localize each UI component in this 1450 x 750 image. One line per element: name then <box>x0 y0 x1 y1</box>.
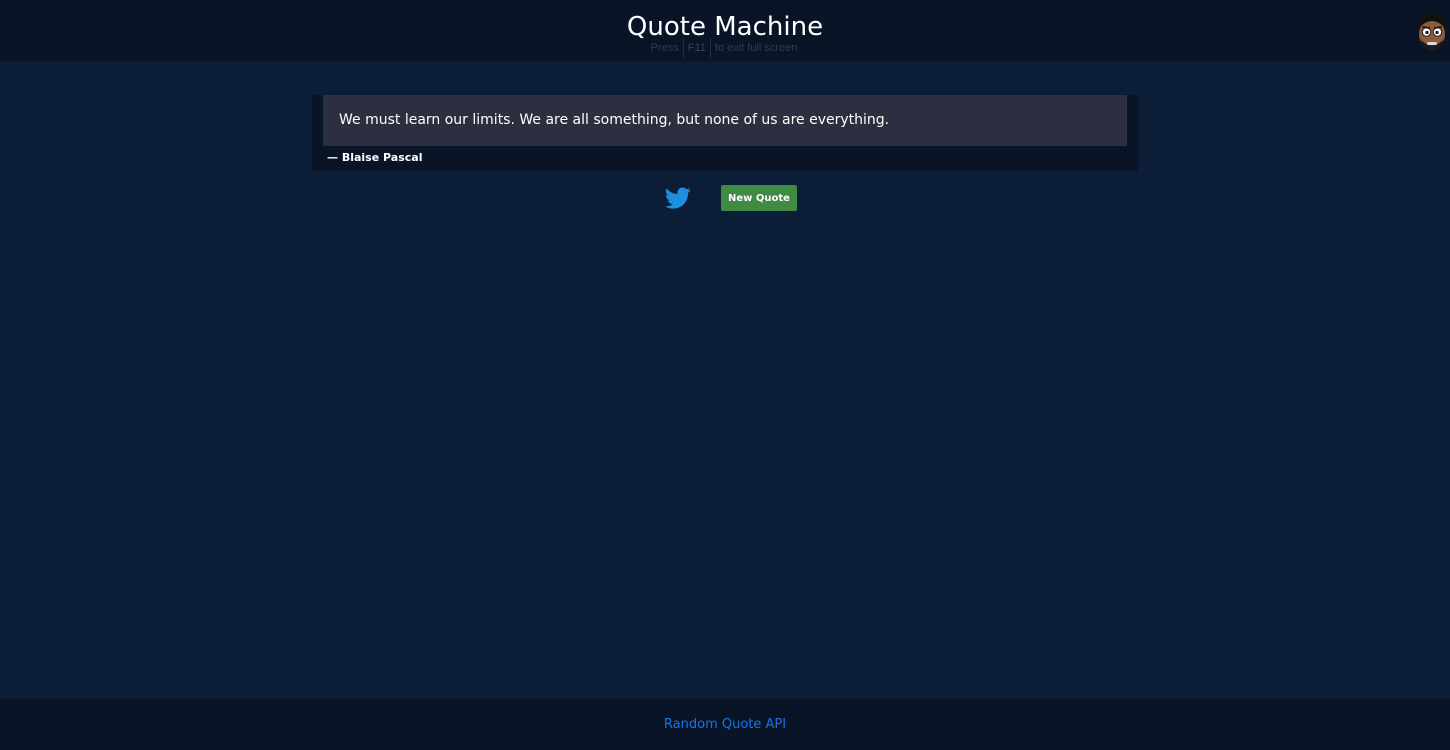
quote-text: We must learn our limits. We are all som… <box>339 112 890 128</box>
fullscreen-hint-suffix: to exit full screen <box>714 42 798 54</box>
tweet-button[interactable] <box>663 185 693 211</box>
quote-card: We must learn our limits. We are all som… <box>312 95 1138 171</box>
cartoon-face-avatar-icon <box>1417 13 1447 51</box>
fullscreen-hint: Press F11 to exit full screen <box>619 38 829 60</box>
footer: Random Quote API <box>0 699 1450 750</box>
quote-author: — Blaise Pascal <box>327 151 423 164</box>
quote-box: We must learn our limits. We are all som… <box>323 95 1127 146</box>
fullscreen-hint-key: F11 <box>682 38 711 58</box>
header: Quote Machine Press F11 to exit full scree… <box>0 0 1450 61</box>
avatar[interactable] <box>1414 11 1450 53</box>
twitter-bird-icon <box>664 187 691 209</box>
page: Quote Machine Press F11 to exit full scree… <box>0 0 1450 750</box>
fullscreen-hint-prefix: Press <box>650 42 679 54</box>
random-quote-api-link[interactable]: Random Quote API <box>0 716 1450 734</box>
new-quote-button[interactable]: New Quote <box>721 185 797 211</box>
